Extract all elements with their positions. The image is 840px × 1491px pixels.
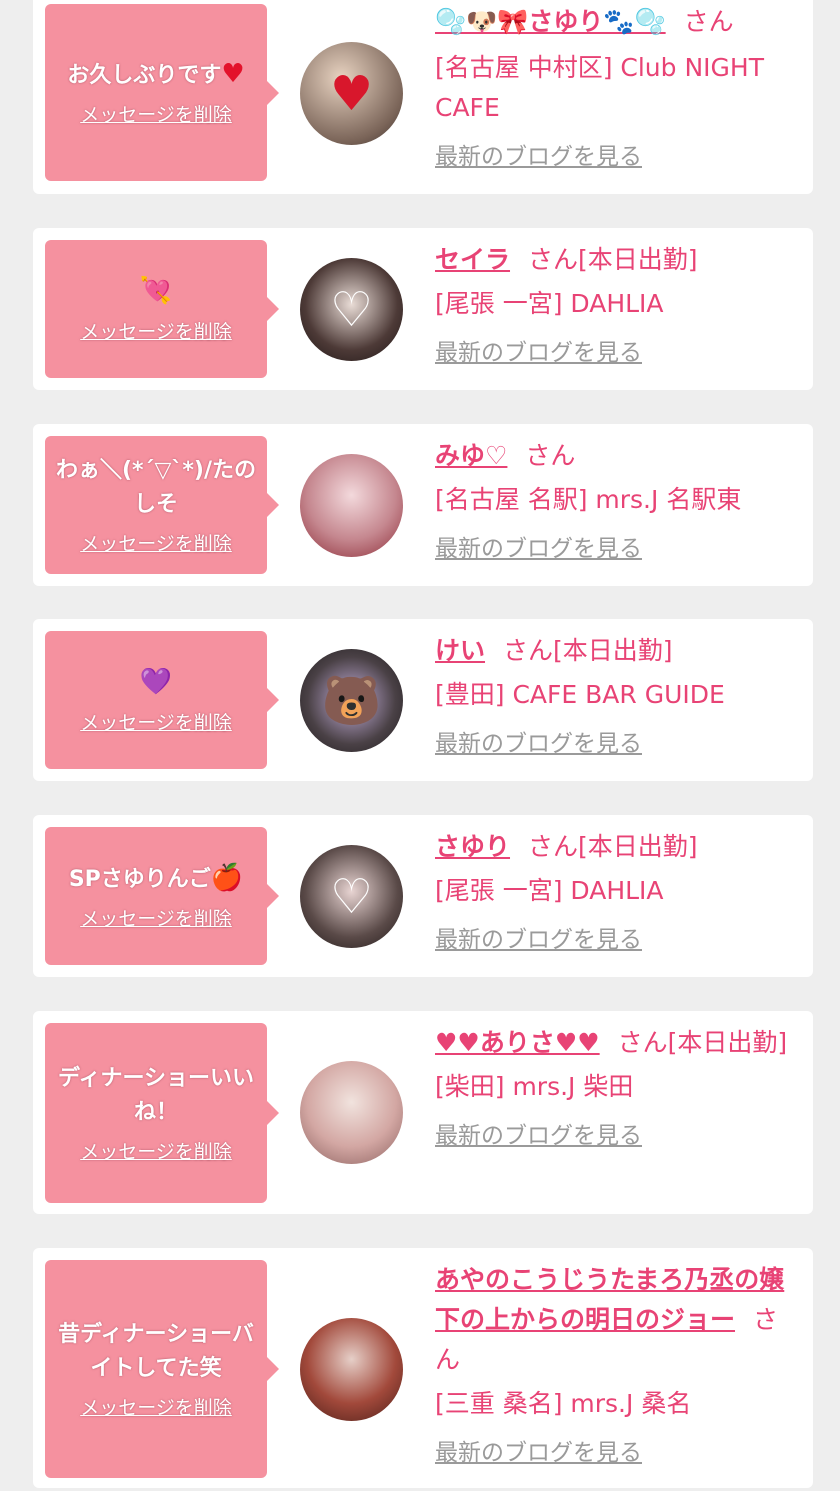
- heart-sticker-icon: ♥: [329, 65, 374, 122]
- delete-message-link[interactable]: メッセージを削除: [80, 100, 232, 127]
- message-card: 昔ディナーショーバイトしてた笑 メッセージを削除 あやのこうじうたまろ乃丞の嬢下…: [33, 1248, 813, 1488]
- profile-name-link[interactable]: さゆり: [435, 832, 510, 861]
- purple-heart-icon: 💜: [139, 666, 173, 697]
- shop-location: [三重 桑名] mrs.J 桑名: [435, 1389, 692, 1418]
- shop-location: [豊田] CAFE BAR GUIDE: [435, 680, 725, 709]
- status-badge: [本日出勤]: [553, 636, 673, 665]
- delete-message-link[interactable]: メッセージを削除: [80, 708, 232, 735]
- shop-location: [尾張 一宮] DAHLIA: [435, 289, 664, 318]
- message-text: ディナーショーいいね！: [57, 1066, 255, 1125]
- avatar[interactable]: ♥: [300, 42, 403, 145]
- avatar[interactable]: [300, 1318, 403, 1421]
- message-text: 昔ディナーショーバイトしてた笑: [58, 1322, 254, 1381]
- avatar[interactable]: [300, 1061, 403, 1164]
- honorific: さん: [525, 441, 576, 470]
- profile-name-link[interactable]: ♥♥ありさ♥♥: [435, 1028, 600, 1057]
- profile-name-link[interactable]: あやのこうじうたまろ乃丞の嬢下の上からの明日のジョー: [435, 1265, 784, 1334]
- message-text: お久しぶりです♥: [67, 59, 245, 89]
- delete-message-link[interactable]: メッセージを削除: [80, 529, 232, 556]
- heart-sticker-icon: ♡: [329, 868, 374, 925]
- heart-icon: ♥: [221, 59, 245, 89]
- message-bubble: お久しぶりです♥ メッセージを削除: [45, 4, 279, 181]
- latest-blog-link[interactable]: 最新のブログを見る: [435, 1121, 642, 1151]
- status-badge: [本日出勤]: [578, 832, 698, 861]
- latest-blog-link[interactable]: 最新のブログを見る: [435, 729, 642, 759]
- message-card: 💘 メッセージを削除 ♡ セイラ さん[本日出勤] [尾張 一宮] DAHLIA …: [33, 228, 813, 390]
- message-text: わぁ＼(*´▽`*)/たのしそ: [55, 458, 257, 517]
- honorific: さん: [528, 832, 579, 861]
- profile-info: 🫧🐶🎀さゆり🐾🫧 さん [名古屋 中村区] Club NIGHT CAFE 最新の…: [435, 2, 803, 172]
- delete-message-link[interactable]: メッセージを削除: [80, 1137, 232, 1164]
- honorific: さん: [617, 1028, 668, 1057]
- message-bubble: SPさゆりんご🍎 メッセージを削除: [45, 827, 279, 965]
- latest-blog-link[interactable]: 最新のブログを見る: [435, 925, 642, 955]
- message-card: お久しぶりです♥ メッセージを削除 ♥ 🫧🐶🎀さゆり🐾🫧 さん [名古屋 中村区]…: [33, 0, 813, 194]
- profile-info: さゆり さん[本日出勤] [尾張 一宮] DAHLIA 最新のブログを見る: [435, 827, 803, 955]
- message-bubble: 昔ディナーショーバイトしてた笑 メッセージを削除: [45, 1260, 279, 1478]
- latest-blog-link[interactable]: 最新のブログを見る: [435, 534, 642, 564]
- honorific: さん: [528, 245, 579, 274]
- profile-name-link[interactable]: けい: [435, 636, 485, 665]
- message-card: ディナーショーいいね！ メッセージを削除 ♥♥ありさ♥♥ さん[本日出勤] [柴田…: [33, 1011, 813, 1214]
- avatar[interactable]: [300, 454, 403, 557]
- profile-info: あやのこうじうたまろ乃丞の嬢下の上からの明日のジョー さん [三重 桑名] mrs…: [435, 1260, 803, 1468]
- honorific: さん: [503, 636, 554, 665]
- shop-location: [尾張 一宮] DAHLIA: [435, 876, 664, 905]
- profile-info: けい さん[本日出勤] [豊田] CAFE BAR GUIDE 最新のブログを見る: [435, 631, 803, 759]
- latest-blog-link[interactable]: 最新のブログを見る: [435, 1438, 642, 1468]
- message-bubble: 💜 メッセージを削除: [45, 631, 279, 769]
- profile-name-link[interactable]: みゆ♡: [435, 441, 507, 470]
- message-card: 💜 メッセージを削除 🐻 けい さん[本日出勤] [豊田] CAFE BAR GU…: [33, 619, 813, 781]
- message-text: 💘: [140, 275, 172, 309]
- message-card: わぁ＼(*´▽`*)/たのしそ メッセージを削除 みゆ♡ さん [名古屋 名駅] …: [33, 424, 813, 586]
- profile-info: ♥♥ありさ♥♥ さん[本日出勤] [柴田] mrs.J 柴田 最新のブログを見る: [435, 1023, 803, 1151]
- honorific: さん: [683, 7, 734, 36]
- profile-name-link[interactable]: セイラ: [435, 245, 510, 274]
- status-badge: [本日出勤]: [578, 245, 698, 274]
- shop-location: [名古屋 名駅] mrs.J 名駅東: [435, 485, 742, 514]
- message-text: SPさゆりんご🍎: [68, 862, 244, 893]
- avatar[interactable]: ♡: [300, 258, 403, 361]
- message-card: SPさゆりんご🍎 メッセージを削除 ♡ さゆり さん[本日出勤] [尾張 一宮] …: [33, 815, 813, 977]
- avatar[interactable]: 🐻: [300, 649, 403, 752]
- status-badge: [本日出勤]: [667, 1028, 788, 1057]
- profile-info: セイラ さん[本日出勤] [尾張 一宮] DAHLIA 最新のブログを見る: [435, 240, 803, 368]
- latest-blog-link[interactable]: 最新のブログを見る: [435, 338, 642, 368]
- profile-name-link[interactable]: 🫧🐶🎀さゆり🐾🫧: [435, 7, 666, 36]
- message-bubble: 💘 メッセージを削除: [45, 240, 279, 378]
- message-bubble: ディナーショーいいね！ メッセージを削除: [45, 1023, 279, 1203]
- delete-message-link[interactable]: メッセージを削除: [80, 317, 232, 344]
- message-text: 💜: [140, 666, 172, 700]
- heart-sticker-icon: ♡: [329, 281, 374, 338]
- heart-arrow-icon: 💘: [139, 275, 173, 306]
- avatar[interactable]: ♡: [300, 845, 403, 948]
- shop-location: [名古屋 中村区] Club NIGHT CAFE: [435, 53, 764, 122]
- bear-sticker-icon: 🐻: [321, 672, 382, 729]
- message-bubble: わぁ＼(*´▽`*)/たのしそ メッセージを削除: [45, 436, 279, 574]
- profile-info: みゆ♡ さん [名古屋 名駅] mrs.J 名駅東 最新のブログを見る: [435, 436, 803, 564]
- latest-blog-link[interactable]: 最新のブログを見る: [435, 142, 642, 172]
- delete-message-link[interactable]: メッセージを削除: [80, 904, 232, 931]
- shop-location: [柴田] mrs.J 柴田: [435, 1072, 634, 1101]
- apple-icon: 🍎: [210, 862, 244, 893]
- delete-message-link[interactable]: メッセージを削除: [80, 1393, 232, 1420]
